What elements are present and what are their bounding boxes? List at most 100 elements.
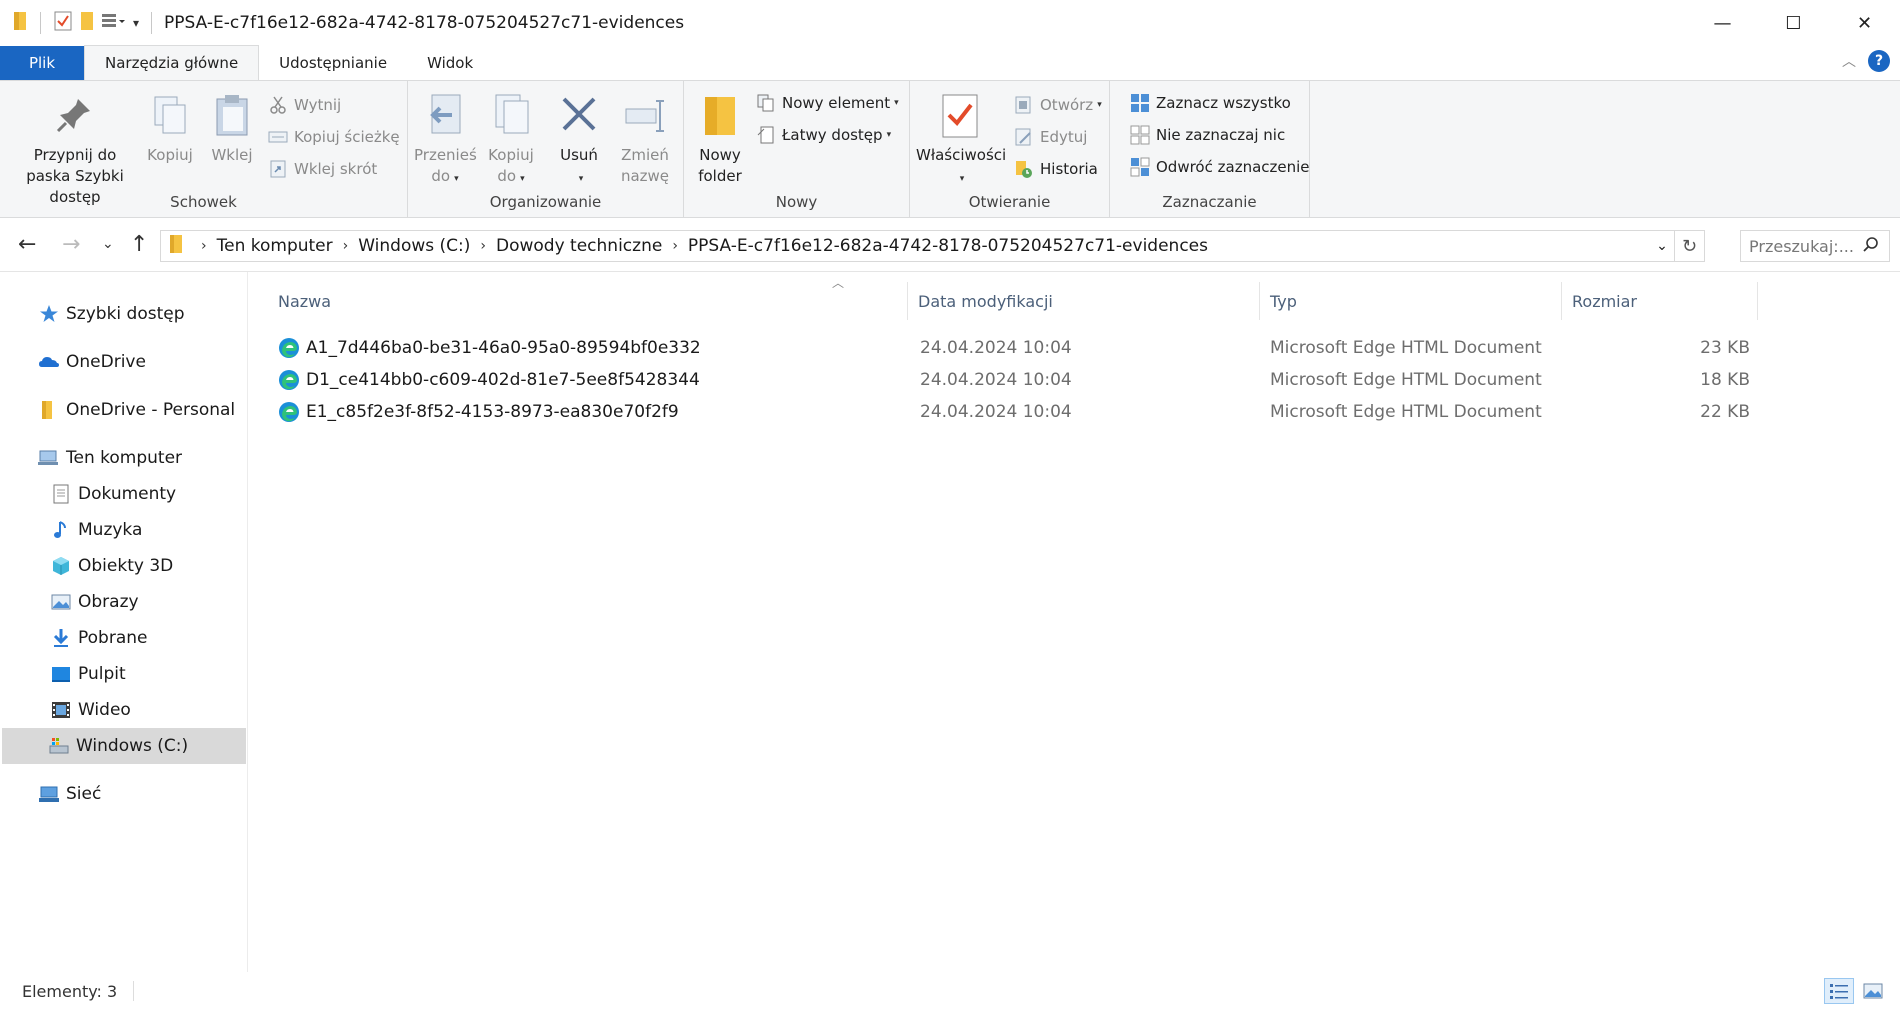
refresh-icon[interactable]: ↻	[1674, 231, 1704, 261]
file-type-cell: Microsoft Edge HTML Document	[1270, 402, 1542, 422]
qat-dropdown-icon[interactable]: ▾	[133, 16, 139, 30]
breadcrumb-windows-c[interactable]: Windows (C:) ›	[358, 236, 496, 256]
rename-label: Zmień nazwę	[620, 146, 670, 185]
nav-quick-access[interactable]: Szybki dostęp	[38, 296, 185, 332]
move-to-button[interactable]: Przenieś do ▾	[414, 87, 477, 190]
select-none-icon	[1130, 125, 1150, 145]
large-icons-view-icon[interactable]	[1858, 978, 1888, 1004]
address-dropdown-icon[interactable]: ⌄	[1650, 238, 1674, 254]
properties-qat-icon[interactable]	[53, 10, 73, 36]
invert-selection-button[interactable]: Odwróć zaznaczenie	[1130, 155, 1310, 179]
search-input[interactable]: Przeszukaj:...	[1749, 237, 1863, 256]
nav-documents[interactable]: Dokumenty	[50, 476, 176, 512]
copy-to-button[interactable]: Kopiuj do ▾	[480, 87, 542, 190]
table-row[interactable]: E1_c85f2e3f-8f52-4153-8973-ea830e70f2f9 2…	[270, 396, 1800, 428]
history-button[interactable]: Historia	[1014, 157, 1098, 181]
forward-arrow-icon[interactable]: →	[62, 232, 80, 257]
up-arrow-icon[interactable]: ↑	[130, 232, 148, 257]
nav-3d-objects[interactable]: Obiekty 3D	[50, 548, 173, 584]
delete-button[interactable]: Usuń ▾	[548, 87, 610, 190]
history-icon	[1014, 159, 1034, 179]
column-header-type[interactable]: Typ	[1260, 282, 1562, 320]
select-none-label: Nie zaznaczaj nic	[1156, 126, 1286, 144]
nav-onedrive[interactable]: OneDrive	[38, 344, 146, 380]
tab-home[interactable]: Narzędzia główne	[84, 45, 260, 80]
properties-label: Właściwości ▾	[916, 146, 1007, 184]
help-icon[interactable]: ?	[1868, 50, 1890, 72]
column-header-modified[interactable]: Data modyfikacji	[908, 282, 1260, 320]
address-row: ← → ⌄ ↑ › Ten komputer › Windows (C:) › Do…	[0, 218, 1900, 272]
open-button[interactable]: Otwórz ▾	[1014, 93, 1102, 117]
breadcrumb-separator[interactable]: ›	[191, 238, 217, 254]
new-folder-button[interactable]: Nowy folder	[690, 87, 750, 187]
copy-path-label: Kopiuj ścieżkę	[294, 128, 400, 146]
select-all-icon	[1130, 93, 1150, 113]
new-item-label: Nowy element	[782, 94, 891, 112]
table-row[interactable]: D1_ce414bb0-c609-402d-81e7-5ee8f5428344 2…	[270, 364, 1800, 396]
edit-button[interactable]: Edytuj	[1014, 125, 1087, 149]
tabs-right: ︿ ?	[1842, 50, 1890, 72]
cut-label: Wytnij	[294, 96, 342, 114]
recent-locations-chevron-icon[interactable]: ⌄	[102, 236, 114, 252]
edge-html-icon	[278, 369, 300, 391]
scissors-icon	[268, 95, 288, 115]
paste-button[interactable]: Wklej	[206, 87, 258, 166]
invert-selection-icon	[1130, 157, 1150, 177]
collapse-ribbon-icon[interactable]: ︿	[1842, 51, 1856, 71]
folder-icon	[38, 399, 60, 421]
nav-pictures[interactable]: Obrazy	[50, 584, 139, 620]
breadcrumb-this-pc[interactable]: Ten komputer ›	[217, 236, 359, 256]
new-folder-label: Nowy folder	[698, 146, 742, 185]
select-all-button[interactable]: Zaznacz wszystko	[1130, 91, 1291, 115]
title-bar: ▾ PPSA-E-c7f16e12-682a-4742-8178-0752045…	[0, 0, 1900, 46]
tab-view[interactable]: Widok	[407, 46, 493, 80]
nav-onedrive-personal[interactable]: OneDrive - Personal	[38, 392, 235, 428]
maximize-button[interactable]: ☐	[1758, 0, 1829, 46]
copy-label: Kopiuj	[147, 146, 193, 164]
easy-access-button[interactable]: Łatwy dostęp ▾	[756, 123, 891, 147]
column-header-size[interactable]: Rozmiar	[1562, 282, 1758, 320]
move-to-icon	[422, 91, 468, 141]
customize-qat-icon[interactable]	[101, 10, 127, 36]
copy-button[interactable]: Kopiuj	[144, 87, 196, 166]
nav-network[interactable]: Sieć	[38, 776, 101, 812]
table-row[interactable]: A1_7d446ba0-be31-46a0-95a0-89594bf0e332 2…	[270, 332, 1800, 364]
nav-videos[interactable]: Wideo	[50, 692, 131, 728]
folder-icon	[12, 10, 28, 36]
paste-shortcut-button[interactable]: Wklej skrót	[268, 157, 377, 181]
pin-quick-access-button[interactable]: Przypnij do paska Szybki dostęp	[10, 87, 140, 208]
new-folder-qat-icon[interactable]	[79, 10, 95, 36]
details-view-icon[interactable]	[1824, 978, 1854, 1004]
file-type-cell: Microsoft Edge HTML Document	[1270, 370, 1542, 390]
file-name-cell: A1_7d446ba0-be31-46a0-95a0-89594bf0e332	[278, 332, 701, 364]
address-bar[interactable]: › Ten komputer › Windows (C:) › Dowody tec…	[160, 230, 1705, 262]
picture-icon	[50, 591, 72, 613]
file-name-cell: D1_ce414bb0-c609-402d-81e7-5ee8f5428344	[278, 364, 700, 396]
tab-share[interactable]: Udostępnianie	[259, 46, 407, 80]
column-header-name[interactable]: Nazwa	[250, 282, 908, 320]
nav-windows-c[interactable]: Windows (C:)	[2, 728, 246, 764]
paste-shortcut-label: Wklej skrót	[294, 160, 378, 178]
pin-icon	[52, 91, 98, 141]
tab-file[interactable]: Plik	[0, 46, 84, 80]
breadcrumb-current-folder[interactable]: PPSA-E-c7f16e12-682a-4742-8178-075204527…	[688, 236, 1208, 256]
cube-icon	[50, 555, 72, 577]
copy-path-button[interactable]: Kopiuj ścieżkę	[268, 125, 400, 149]
select-all-label: Zaznacz wszystko	[1156, 94, 1291, 112]
search-box[interactable]: Przeszukaj:...	[1740, 230, 1890, 262]
close-button[interactable]: ✕	[1829, 0, 1900, 46]
group-new: Nowy folder Nowy element ▾ Łatwy dostęp ▾ …	[684, 81, 910, 217]
back-arrow-icon[interactable]: ←	[18, 232, 36, 257]
nav-downloads[interactable]: Pobrane	[50, 620, 147, 656]
breadcrumb-dowody[interactable]: Dowody techniczne ›	[496, 236, 688, 256]
open-label: Otwórz	[1040, 96, 1094, 114]
select-none-button[interactable]: Nie zaznaczaj nic	[1130, 123, 1285, 147]
nav-this-pc[interactable]: Ten komputer	[38, 440, 182, 476]
nav-music[interactable]: Muzyka	[50, 512, 142, 548]
new-item-button[interactable]: Nowy element ▾	[756, 91, 899, 115]
cut-button[interactable]: Wytnij	[268, 93, 341, 117]
nav-desktop[interactable]: Pulpit	[50, 656, 126, 692]
minimize-button[interactable]: —	[1687, 0, 1758, 46]
properties-button[interactable]: Właściwości ▾	[916, 87, 1007, 190]
rename-button[interactable]: Zmień nazwę	[612, 87, 678, 187]
